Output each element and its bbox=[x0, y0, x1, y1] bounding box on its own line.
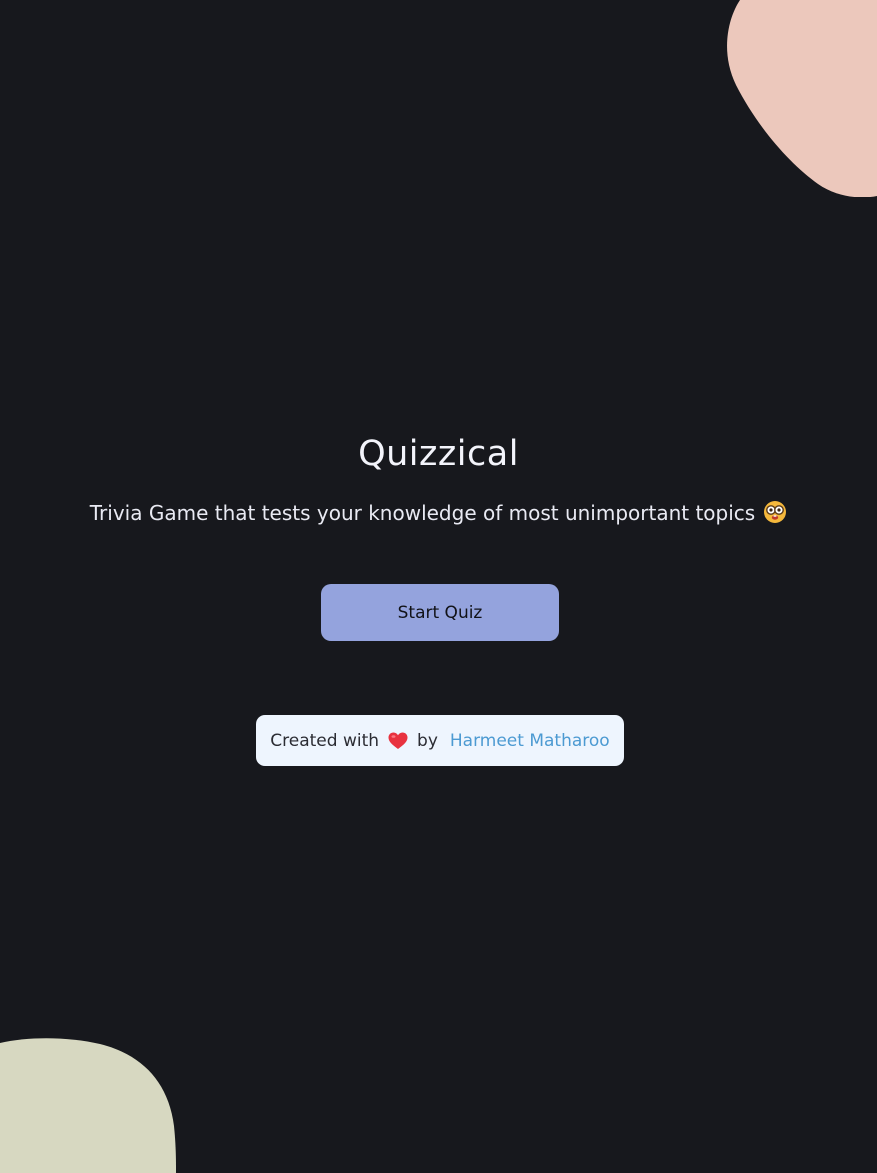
main-content: Quizzical Trivia Game that tests your kn… bbox=[0, 0, 877, 1173]
app-subtitle: Trivia Game that tests your knowledge of… bbox=[0, 499, 877, 527]
nerd-face-emoji-icon bbox=[764, 501, 787, 523]
author-link[interactable]: Harmeet Matharoo bbox=[450, 731, 610, 751]
credit-prefix: Created with bbox=[270, 730, 380, 751]
app-title: Quizzical bbox=[358, 434, 519, 474]
credit-by: by bbox=[417, 730, 438, 751]
start-quiz-button[interactable]: Start Quiz bbox=[321, 584, 559, 641]
start-screen: Quizzical Trivia Game that tests your kn… bbox=[0, 0, 877, 1173]
credit-badge: Created with by Harmeet Matharoo bbox=[256, 715, 624, 766]
app-subtitle-text: Trivia Game that tests your knowledge of… bbox=[89, 501, 756, 525]
red-heart-emoji-icon bbox=[388, 732, 408, 749]
